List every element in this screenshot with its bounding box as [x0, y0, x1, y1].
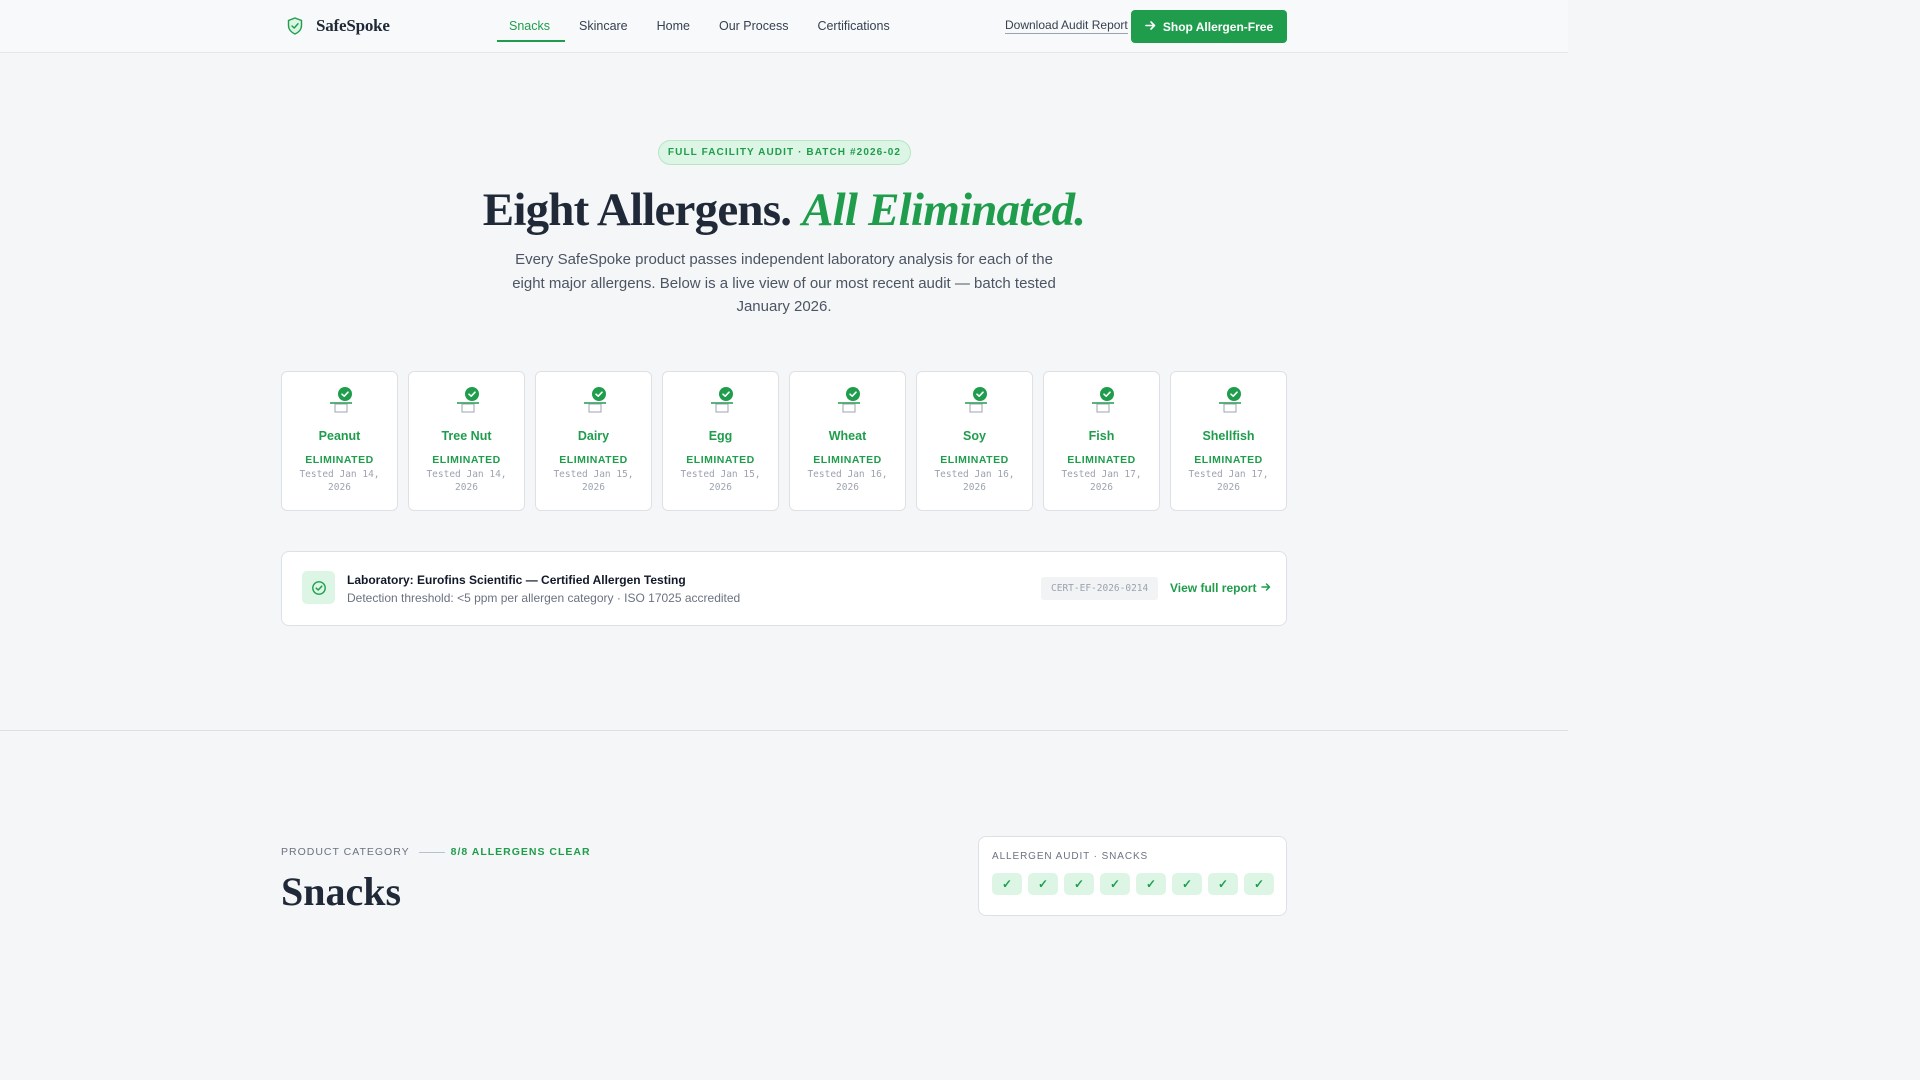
- audit-check-chip: ✓: [1136, 873, 1166, 895]
- nav-link-home[interactable]: Home: [642, 0, 704, 52]
- allergen-status: ELIMINATED: [1194, 454, 1263, 466]
- allergen-card-fish[interactable]: Fish ELIMINATED Tested Jan 17, 2026: [1043, 371, 1160, 511]
- shop-allergen-free-button[interactable]: Shop Allergen-Free: [1131, 10, 1287, 43]
- laboratory-info-panel: Laboratory: Eurofins Scientific — Certif…: [281, 551, 1287, 626]
- badge-check-icon: [302, 571, 335, 604]
- download-audit-report-link[interactable]: Download Audit Report: [1005, 18, 1128, 34]
- audit-check-chip: ✓: [1172, 873, 1202, 895]
- allergen-test-date: Tested Jan 15, 2026: [553, 469, 634, 493]
- lab-subtitle: Detection threshold: <5 ppm per allergen…: [347, 591, 741, 605]
- audit-panel-title: ALLERGEN AUDIT · SNACKS: [992, 851, 1149, 862]
- allergen-card-tree-nut[interactable]: Tree Nut ELIMINATED Tested Jan 14, 2026: [408, 371, 525, 511]
- audit-check-chip: ✓: [992, 873, 1022, 895]
- audit-check-chip: ✓: [1208, 873, 1238, 895]
- audit-check-chip: ✓: [1028, 873, 1058, 895]
- top-nav: SafeSpoke Snacks Skincare Home Our Proce…: [0, 0, 1568, 53]
- brand-logo[interactable]: SafeSpoke: [287, 16, 390, 36]
- nav-link-snacks[interactable]: Snacks: [497, 0, 565, 52]
- allergen-cleared-icon: [1216, 386, 1244, 414]
- allergen-cleared-icon: [327, 386, 355, 414]
- nav-link-certifications[interactable]: Certifications: [803, 0, 904, 52]
- shield-icon: [287, 17, 303, 35]
- allergen-audit-panel: ALLERGEN AUDIT · SNACKS ✓ ✓ ✓ ✓ ✓ ✓ ✓ ✓: [978, 836, 1287, 916]
- view-full-report-link[interactable]: View full report: [1170, 581, 1271, 595]
- allergen-name: Soy: [963, 429, 986, 443]
- allergen-card-egg[interactable]: Egg ELIMINATED Tested Jan 15, 2026: [662, 371, 779, 511]
- audit-check-chip: ✓: [1064, 873, 1094, 895]
- hero-title-accent: All Eliminated.: [802, 184, 1086, 236]
- audit-check-chip: ✓: [1100, 873, 1130, 895]
- view-report-label: View full report: [1170, 581, 1257, 595]
- audit-check-chip: ✓: [1244, 873, 1274, 895]
- allergen-test-date: Tested Jan 16, 2026: [807, 469, 888, 493]
- allergen-name: Egg: [708, 429, 733, 443]
- allergen-test-date: Tested Jan 14, 2026: [299, 469, 380, 493]
- lab-title: Laboratory: Eurofins Scientific — Certif…: [347, 573, 686, 587]
- arrow-right-icon: [1145, 20, 1156, 34]
- allergen-cleared-icon: [454, 386, 482, 414]
- allergen-status: ELIMINATED: [686, 454, 755, 466]
- hero-title-main: Eight Allergens.: [482, 184, 792, 236]
- allergen-card-shellfish[interactable]: Shellfish ELIMINATED Tested Jan 17, 2026: [1170, 371, 1287, 511]
- allergen-test-date: Tested Jan 15, 2026: [680, 469, 761, 493]
- allergen-cleared-icon: [835, 386, 863, 414]
- allergen-name: Shellfish: [1202, 429, 1255, 443]
- allergen-test-date: Tested Jan 14, 2026: [426, 469, 507, 493]
- certificate-code: CERT-EF-2026-0214: [1041, 577, 1159, 600]
- allergen-name: Peanut: [318, 429, 361, 443]
- allergen-card-wheat[interactable]: Wheat ELIMINATED Tested Jan 16, 2026: [789, 371, 906, 511]
- allergen-test-date: Tested Jan 16, 2026: [934, 469, 1015, 493]
- allergen-card-soy[interactable]: Soy ELIMINATED Tested Jan 16, 2026: [916, 371, 1033, 511]
- allergen-cleared-icon: [962, 386, 990, 414]
- allergen-cleared-icon: [581, 386, 609, 414]
- allergen-cards: Peanut ELIMINATED Tested Jan 14, 2026 Tr…: [281, 371, 1287, 511]
- hero-title: Eight Allergens. All Eliminated.: [0, 183, 1568, 237]
- allergen-name: Dairy: [577, 429, 610, 443]
- hero-subtitle: Every SafeSpoke product passes independe…: [512, 251, 1056, 315]
- allergen-name: Fish: [1088, 429, 1115, 443]
- audit-batch-badge: FULL FACILITY AUDIT · BATCH #2026-02: [658, 140, 911, 165]
- brand-name: SafeSpoke: [316, 16, 390, 35]
- allergen-cleared-icon: [1089, 386, 1117, 414]
- allergen-test-date: Tested Jan 17, 2026: [1188, 469, 1269, 493]
- audit-check-list: ✓ ✓ ✓ ✓ ✓ ✓ ✓ ✓: [992, 873, 1274, 895]
- nav-link-skincare[interactable]: Skincare: [565, 0, 643, 52]
- allergens-clear-count: 8/8 ALLERGENS CLEAR: [450, 846, 591, 858]
- product-category-label: PRODUCT CATEGORY 8/8 ALLERGENS CLEAR: [281, 846, 591, 858]
- shop-button-label: Shop Allergen-Free: [1162, 19, 1274, 34]
- allergen-status: ELIMINATED: [432, 454, 501, 466]
- nav-link-our-process[interactable]: Our Process: [704, 0, 802, 52]
- main-nav: Snacks Skincare Home Our Process Certifi…: [497, 0, 904, 52]
- allergen-cleared-icon: [708, 386, 736, 414]
- allergen-status: ELIMINATED: [940, 454, 1009, 466]
- allergen-card-peanut[interactable]: Peanut ELIMINATED Tested Jan 14, 2026: [281, 371, 398, 511]
- allergen-status: ELIMINATED: [813, 454, 882, 466]
- arrow-right-icon: [1261, 581, 1271, 595]
- product-category-heading: Snacks: [281, 869, 402, 914]
- allergen-card-dairy[interactable]: Dairy ELIMINATED Tested Jan 15, 2026: [535, 371, 652, 511]
- allergen-name: Tree Nut: [441, 429, 492, 443]
- allergen-status: ELIMINATED: [1067, 454, 1136, 466]
- allergen-status: ELIMINATED: [305, 454, 374, 466]
- allergen-name: Wheat: [828, 429, 867, 443]
- section-divider: [0, 730, 1568, 731]
- allergen-status: ELIMINATED: [559, 454, 628, 466]
- allergen-test-date: Tested Jan 17, 2026: [1061, 469, 1142, 493]
- label-divider-line: [418, 851, 445, 853]
- product-category-text: PRODUCT CATEGORY: [281, 846, 410, 858]
